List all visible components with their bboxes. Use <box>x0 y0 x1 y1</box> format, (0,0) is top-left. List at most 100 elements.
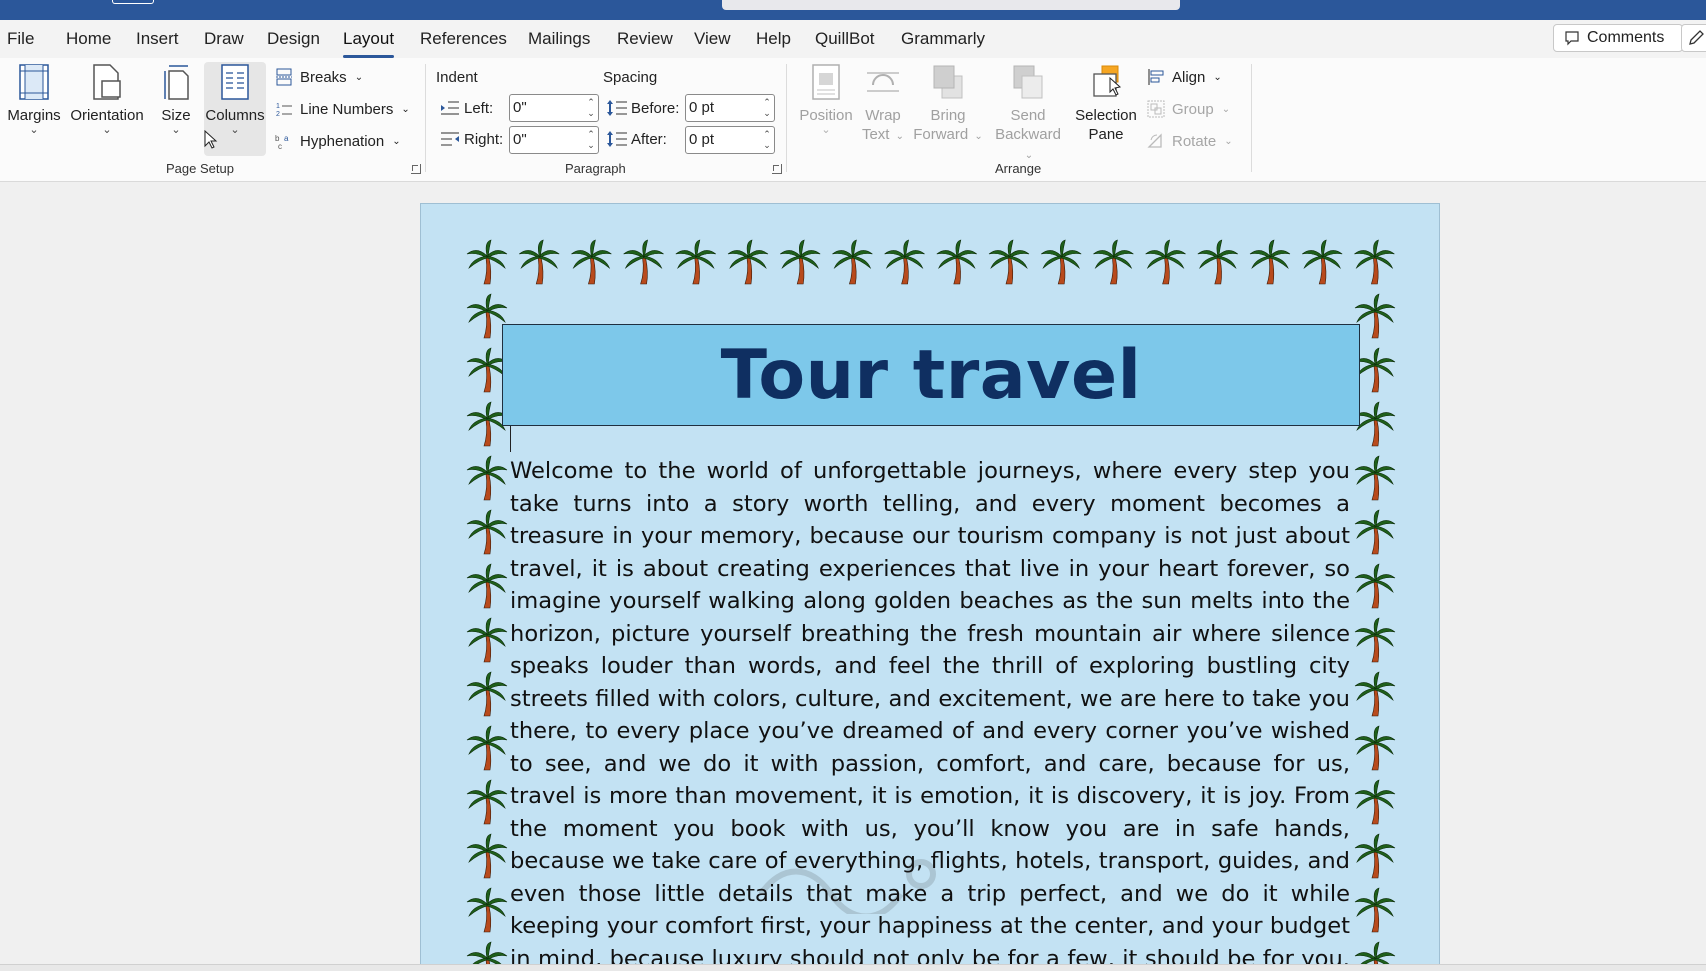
chevron-down-icon: ⌄ <box>1224 135 1233 147</box>
svg-text:1: 1 <box>276 103 280 110</box>
spacing-after-icon <box>606 130 628 153</box>
chevron-down-icon: ⌄ <box>102 124 112 136</box>
selection-pane-button[interactable]: Selection Pane <box>1072 62 1140 144</box>
svg-text:c: c <box>278 142 282 150</box>
tab-draw[interactable]: Draw <box>204 29 244 49</box>
line-numbers-icon: 12 <box>274 99 294 119</box>
spacing-before-input[interactable]: 0 pt ⌃ ⌄ <box>685 94 775 122</box>
position-icon <box>808 62 844 102</box>
palm-tree-icon <box>1249 239 1291 285</box>
comment-icon <box>1565 31 1579 46</box>
palm-tree-icon <box>1302 239 1343 285</box>
palm-tree-icon <box>1354 347 1396 393</box>
chevron-down-icon: ⌄ <box>354 71 364 83</box>
arrange-group-label: Arrange <box>995 161 1042 176</box>
palm-tree-icon <box>1197 239 1238 285</box>
paragraph-group-label: Paragraph <box>565 161 626 176</box>
spinner-arrows-icon[interactable]: ⌃ ⌄ <box>586 129 596 151</box>
orientation-icon <box>89 62 125 102</box>
palm-tree-icon <box>466 617 508 663</box>
palm-tree-icon <box>1354 941 1396 964</box>
tab-view[interactable]: View <box>694 29 731 49</box>
send-backward-icon <box>1010 62 1046 102</box>
palm-tree-icon <box>466 509 508 555</box>
rotate-icon <box>1146 131 1166 151</box>
align-button[interactable]: Align ⌄ <box>1146 65 1222 89</box>
palm-tree-icon <box>1354 725 1396 771</box>
page-setup-dialog-launcher[interactable] <box>411 164 421 174</box>
wrap-text-button[interactable]: Wrap Text ⌄ <box>858 62 908 146</box>
palm-tree-icon <box>571 239 612 285</box>
group-separator <box>786 64 787 172</box>
rotate-button[interactable]: Rotate ⌄ <box>1146 129 1233 153</box>
spinner-arrows-icon[interactable]: ⌃ ⌄ <box>586 97 596 119</box>
tab-help[interactable]: Help <box>756 29 791 49</box>
position-button[interactable]: Position ⌄ <box>796 62 856 136</box>
tab-file[interactable]: File <box>7 29 34 49</box>
comments-button[interactable]: Comments <box>1553 24 1683 52</box>
spinner-arrows-icon[interactable]: ⌃ ⌄ <box>762 97 772 119</box>
palm-tree-icon <box>466 833 508 879</box>
quick-access-toolbar[interactable] <box>112 0 154 4</box>
palm-tree-icon <box>466 779 508 825</box>
ribbon-layout: Margins ⌄ Orientation ⌄ Size ⌄ Columns ⌄… <box>0 58 1706 182</box>
palm-tree-icon <box>832 239 873 285</box>
chevron-down-icon: ⌄ <box>974 131 983 142</box>
line-numbers-button[interactable]: 12 Line Numbers ⌄ <box>274 97 410 121</box>
hyphenation-button[interactable]: bac Hyphenation ⌄ <box>274 129 401 153</box>
pencil-icon <box>1689 30 1704 45</box>
breaks-button[interactable]: Breaks ⌄ <box>274 65 363 89</box>
paragraph-dialog-launcher[interactable] <box>772 164 782 174</box>
ribbon-tabs: File Home Insert Draw Design Layout Refe… <box>0 20 1706 58</box>
palm-tree-icon <box>623 239 664 285</box>
size-button[interactable]: Size ⌄ <box>156 62 196 136</box>
tab-quillbot[interactable]: QuillBot <box>815 29 875 49</box>
tab-grammarly[interactable]: Grammarly <box>901 29 985 49</box>
margins-button[interactable]: Margins ⌄ <box>6 62 62 136</box>
page-setup-group-label: Page Setup <box>166 161 234 176</box>
spacing-after-input[interactable]: 0 pt ⌃ ⌄ <box>685 126 775 154</box>
group-button[interactable]: Group ⌄ <box>1146 97 1230 121</box>
document-title[interactable]: Tour travel <box>721 336 1142 415</box>
bring-forward-button[interactable]: Bring Forward ⌄ <box>912 62 984 146</box>
tab-layout[interactable]: Layout <box>343 29 395 58</box>
tab-mailings[interactable]: Mailings <box>528 29 590 49</box>
palm-tree-icon <box>1354 887 1396 933</box>
palm-tree-icon <box>1354 239 1395 285</box>
indent-right-input[interactable]: 0" ⌃ ⌄ <box>509 126 599 154</box>
tab-insert[interactable]: Insert <box>136 29 179 49</box>
spinner-arrows-icon[interactable]: ⌃ ⌄ <box>762 129 772 151</box>
mouse-pointer-icon <box>204 130 218 149</box>
palm-tree-icon <box>466 239 508 285</box>
palm-tree-icon <box>1354 563 1396 609</box>
tab-design[interactable]: Design <box>267 29 320 49</box>
palm-tree-icon <box>1354 833 1396 879</box>
palm-tree-icon <box>519 239 560 285</box>
title-text-box[interactable]: Tour travel <box>502 324 1360 426</box>
columns-icon <box>217 62 253 102</box>
palm-tree-icon <box>466 725 508 771</box>
document-page[interactable]: Tour travel Welcome to the world of unfo… <box>420 203 1440 964</box>
page-size-icon <box>158 62 194 102</box>
send-backward-button[interactable]: Send Backward ⌄ <box>988 62 1068 165</box>
search-box[interactable] <box>722 0 1180 10</box>
breaks-icon <box>274 67 294 87</box>
palm-tree-icon <box>466 455 508 501</box>
document-canvas[interactable]: Tour travel Welcome to the world of unfo… <box>0 183 1706 964</box>
indent-label: Indent <box>436 69 478 86</box>
orientation-button[interactable]: Orientation ⌄ <box>68 62 146 136</box>
wrap-text-icon <box>865 62 901 102</box>
spacing-before-label: Before: <box>631 100 680 117</box>
group-objects-icon <box>1146 99 1166 119</box>
editing-mode-button[interactable] <box>1681 24 1706 52</box>
status-bar <box>0 964 1706 971</box>
palm-tree-icon <box>1041 239 1082 285</box>
chevron-down-icon: ⌄ <box>392 135 401 147</box>
palm-tree-icon <box>936 239 977 285</box>
indent-left-input[interactable]: 0" ⌃ ⌄ <box>509 94 599 122</box>
watermark-logo <box>751 844 951 920</box>
palm-tree-icon <box>466 563 508 609</box>
tab-references[interactable]: References <box>420 29 507 49</box>
tab-review[interactable]: Review <box>617 29 673 49</box>
tab-home[interactable]: Home <box>66 29 111 49</box>
